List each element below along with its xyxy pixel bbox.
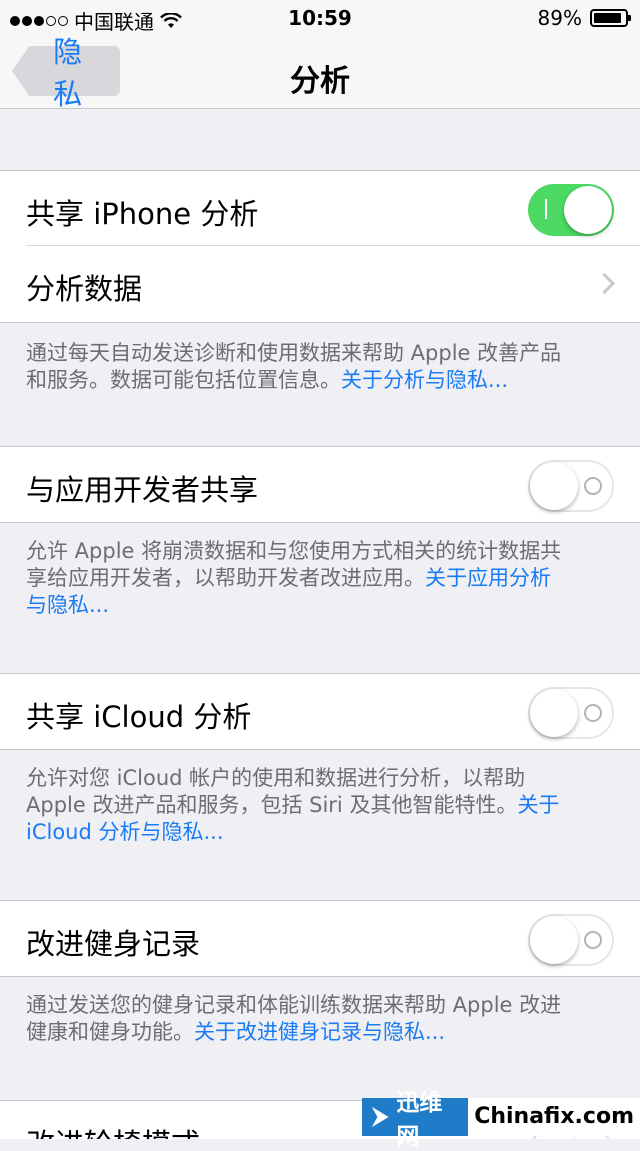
about-app-analytics-link-cont[interactable]: 与隐私... <box>26 593 109 617</box>
toggle-knob <box>530 916 578 964</box>
share-icloud-analytics-row: 共享 iCloud 分析 <box>0 673 640 750</box>
footer-line: 通过发送您的健身记录和体能训练数据来帮助 Apple 改进 <box>26 993 562 1017</box>
footer-line: 允许 Apple 将崩溃数据和与您使用方式相关的统计数据共 <box>26 539 562 563</box>
share-iphone-analytics-row: 共享 iPhone 分析 <box>0 170 640 246</box>
toggle-off-mark <box>584 704 602 722</box>
footer-text: 和服务。数据可能包括位置信息。 <box>26 368 341 392</box>
toggle-off-mark <box>584 477 602 495</box>
footer-line: 允许对您 iCloud 帐户的使用和数据进行分析，以帮助 <box>26 766 526 790</box>
improve-fitness-label: 改进健身记录 <box>26 927 201 961</box>
toggle-knob <box>530 689 578 737</box>
footer-line: Apple 改进产品和服务，包括 Siri 及其他智能特性。关于 <box>26 792 606 819</box>
developers-footer: 允许 Apple 将崩溃数据和与您使用方式相关的统计数据共 享给应用开发者，以帮… <box>26 538 606 619</box>
footer-line: 和服务。数据可能包括位置信息。关于分析与隐私... <box>26 367 606 394</box>
about-app-analytics-link[interactable]: 关于应用分析 <box>425 566 551 590</box>
battery-percentage: 89% <box>537 6 582 30</box>
share-with-developers-toggle[interactable] <box>528 460 614 512</box>
improve-wheelchair-label: 改进轮椅模式 <box>26 1121 200 1139</box>
watermark-logo-icon <box>371 1106 389 1127</box>
footer-text: 健康和健身功能。 <box>26 1020 194 1044</box>
navigation-bar: 隐私 分析 <box>0 35 640 111</box>
footer-line: 健康和健身功能。关于改进健身记录与隐私... <box>26 1019 606 1046</box>
watermark-brand-en: Chinafix.com <box>468 1097 640 1136</box>
share-with-developers-label: 与应用开发者共享 <box>26 473 259 507</box>
watermark-brand-cn-text: 迅维网 <box>396 1089 443 1150</box>
footer-text: Apple 改进产品和服务，包括 Siri 及其他智能特性。 <box>26 793 518 817</box>
icloud-footer: 允许对您 iCloud 帐户的使用和数据进行分析，以帮助 Apple 改进产品和… <box>26 765 606 846</box>
footer-line: 与隐私... <box>26 592 606 619</box>
about-fitness-privacy-link[interactable]: 关于改进健身记录与隐私... <box>194 1020 445 1044</box>
toggle-on-mark <box>545 199 547 219</box>
watermark-brand-cn: 迅维网 <box>362 1090 469 1150</box>
share-iphone-analytics-toggle[interactable] <box>528 184 614 236</box>
status-right: 89% <box>537 6 631 30</box>
footer-line: 通过每天自动发送诊断和使用数据来帮助 Apple 改善产品 <box>26 341 562 365</box>
footer-line: 享给应用开发者，以帮助开发者改进应用。关于应用分析 <box>26 565 606 592</box>
share-icloud-analytics-label: 共享 iCloud 分析 <box>26 700 252 734</box>
about-icloud-analytics-link-cont[interactable]: iCloud 分析与隐私... <box>26 820 224 844</box>
toggle-off-mark <box>584 931 602 949</box>
toggle-knob <box>564 186 612 234</box>
battery-icon <box>590 9 631 27</box>
watermark: 迅维网 Chinafix.com <box>362 1090 640 1150</box>
share-icloud-analytics-toggle[interactable] <box>528 687 614 739</box>
analytics-data-label: 分析数据 <box>26 272 143 306</box>
analytics-data-row[interactable]: 分析数据 <box>0 246 640 323</box>
footer-line: iCloud 分析与隐私... <box>26 819 606 846</box>
share-iphone-analytics-label: 共享 iPhone 分析 <box>26 197 259 231</box>
chevron-right-icon <box>593 272 616 295</box>
toggle-knob <box>530 462 578 510</box>
improve-fitness-toggle[interactable] <box>528 914 614 966</box>
footer-text: 享给应用开发者，以帮助开发者改进应用。 <box>26 566 425 590</box>
about-analytics-privacy-link[interactable]: 关于分析与隐私... <box>341 368 508 392</box>
improve-fitness-row: 改进健身记录 <box>0 900 640 977</box>
share-with-developers-row: 与应用开发者共享 <box>0 446 640 523</box>
analytics-footer: 通过每天自动发送诊断和使用数据来帮助 Apple 改善产品 和服务。数据可能包括… <box>26 340 606 394</box>
fitness-footer: 通过发送您的健身记录和体能训练数据来帮助 Apple 改进 健康和健身功能。关于… <box>26 992 606 1046</box>
page-title: 分析 <box>290 64 350 99</box>
about-icloud-analytics-link[interactable]: 关于 <box>517 793 559 817</box>
